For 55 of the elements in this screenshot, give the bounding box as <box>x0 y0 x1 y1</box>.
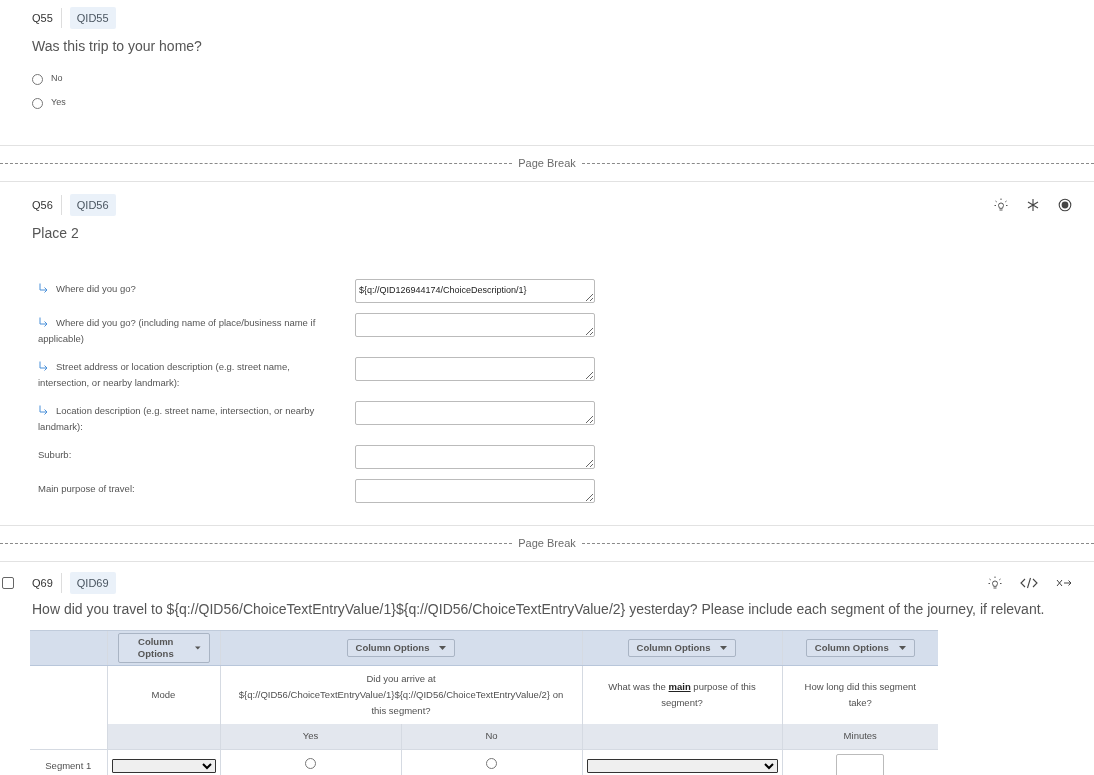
field-label: Suburb: <box>38 448 73 462</box>
question-text: Was this trip to your home? <box>32 37 203 56</box>
dropdown-field[interactable] <box>586 758 778 773</box>
checkbox[interactable] <box>2 577 14 589</box>
column-question: How long did this segment take? <box>782 665 938 724</box>
column-question: Mode <box>107 665 220 724</box>
text-field[interactable] <box>355 313 595 337</box>
field-label: Where did you go? <box>38 279 355 297</box>
radio-button[interactable] <box>486 758 497 770</box>
asterisk-icon[interactable] <box>1026 198 1040 212</box>
text-field[interactable]: ${q://QID126944174/ChoiceDescription/1} <box>355 279 595 303</box>
question-id-tag: QID69 <box>69 571 116 595</box>
field-label: Location description (e.g. street name, intersection, or nearby landmark): <box>38 404 316 434</box>
choice-label: Yes <box>51 96 66 110</box>
field-label: Where did you go? (including name of place/business name if applicable) <box>38 316 317 346</box>
field-label: Street address or location description (e.g. street name, intersection, or nearby landmark): <box>38 360 291 390</box>
question-id-tag: QID56 <box>69 193 116 217</box>
caret-icon <box>439 646 447 650</box>
row-label: Segment 1 <box>30 749 107 775</box>
x-arrow-icon[interactable] <box>1056 578 1072 588</box>
caret-icon <box>194 646 201 650</box>
lightbulb-icon[interactable] <box>988 576 1002 590</box>
page-break-label: Page Break <box>517 536 577 552</box>
column-choice-label: Minutes <box>782 723 938 750</box>
lightbulb-icon[interactable] <box>994 198 1008 212</box>
caret-icon <box>720 646 728 650</box>
column-options-button[interactable]: Column Options <box>346 639 456 657</box>
text-field[interactable] <box>355 357 595 381</box>
field-label: Main purpose of travel: <box>38 482 136 496</box>
question-text: Place 2 <box>32 224 80 243</box>
text-field[interactable] <box>355 401 595 425</box>
code-icon[interactable] <box>1020 577 1038 589</box>
column-choice-label: Yes <box>220 723 401 750</box>
question-text: How did you travel to ${q://QID56/ChoiceTextEntryValue/1}${q://QID56/ChoiceTextEntryValue/2} yesterday? Please include each segment of the journey, if relevant. <box>32 600 1046 619</box>
page-break-label: Page Break <box>517 156 577 172</box>
column-options-button[interactable]: Column Options <box>117 633 210 663</box>
target-icon[interactable] <box>1058 198 1072 212</box>
question-number: Q56 <box>32 195 62 215</box>
text-field[interactable] <box>836 753 885 775</box>
column-question: What was the main purpose of this segment? <box>582 665 782 724</box>
radio-button[interactable] <box>32 73 43 85</box>
column-options-button[interactable]: Column Options <box>627 639 737 657</box>
column-choice-label: No <box>401 723 582 750</box>
text-field[interactable] <box>355 445 595 469</box>
text-field[interactable] <box>355 479 595 503</box>
question-id-tag: QID55 <box>69 6 116 30</box>
choice-label: No <box>51 72 63 86</box>
column-options-button[interactable]: Column Options <box>805 639 915 657</box>
radio-button[interactable] <box>32 97 43 109</box>
dropdown-field[interactable] <box>111 758 216 773</box>
column-question: Did you arrive at ${q://QID56/ChoiceTextEntryValue/1}${q://QID56/ChoiceTextEntryValue/2} on this segment? <box>220 665 582 724</box>
question-number: Q69 <box>32 573 62 593</box>
caret-icon <box>898 646 906 650</box>
question-number: Q55 <box>32 8 62 28</box>
radio-button[interactable] <box>305 758 316 770</box>
